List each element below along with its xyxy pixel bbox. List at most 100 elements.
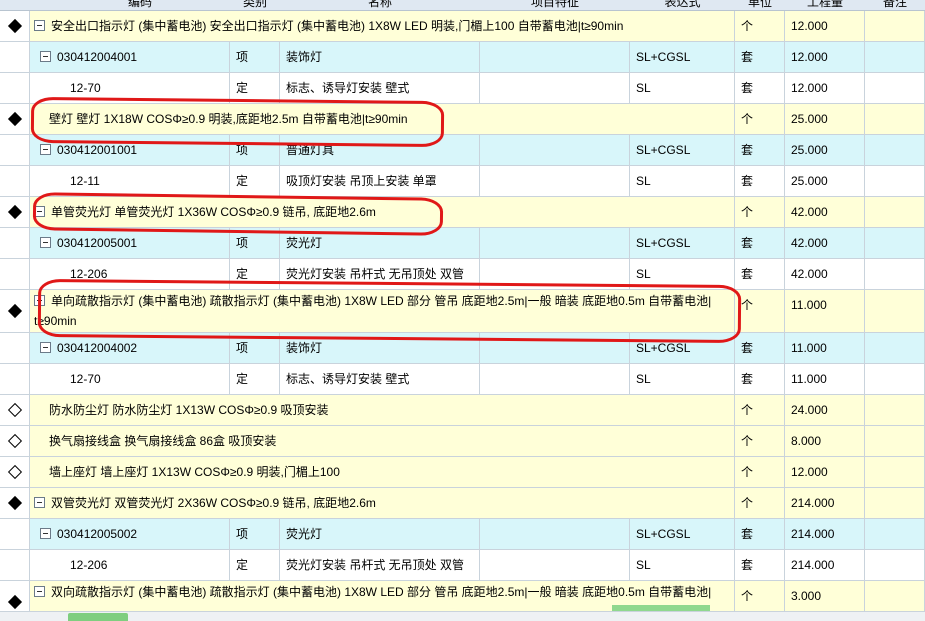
feature-cell[interactable] <box>480 364 630 395</box>
header-remark[interactable]: 备注 <box>865 0 925 10</box>
row-indicator[interactable] <box>0 550 30 581</box>
item-description[interactable]: 单向疏散指示灯 (集中蓄电池) 疏散指示灯 (集中蓄电池) 1X8W LED 部… <box>30 290 735 333</box>
list-item-row[interactable]: 壁灯 壁灯 1X18W COSΦ≥0.9 明装,底距地2.5m 自带蓄电池|t≥… <box>0 104 925 135</box>
row-indicator[interactable] <box>0 104 30 135</box>
row-indicator[interactable] <box>0 290 30 333</box>
code-cell[interactable]: 030412004001 <box>30 42 230 73</box>
feature-cell[interactable] <box>480 519 630 550</box>
unit-cell[interactable]: 套 <box>735 519 785 550</box>
type-cell[interactable]: 项 <box>230 135 280 166</box>
quantity-cell[interactable]: 214.000 <box>785 488 865 519</box>
remark-cell[interactable] <box>865 197 925 228</box>
type-cell[interactable]: 项 <box>230 228 280 259</box>
type-cell[interactable]: 定 <box>230 259 280 290</box>
quota-item-row[interactable]: 12-70 定 标志、诱导灯安装 壁式 SL 套 12.000 <box>0 73 925 104</box>
collapse-minus-icon[interactable] <box>40 144 51 156</box>
remark-cell[interactable] <box>865 73 925 104</box>
row-indicator[interactable] <box>0 364 30 395</box>
quantity-cell[interactable]: 11.000 <box>785 333 865 364</box>
row-indicator[interactable] <box>0 135 30 166</box>
name-cell[interactable]: 荧光灯安装 吊杆式 无吊顶处 双管 <box>280 259 480 290</box>
type-cell[interactable]: 定 <box>230 166 280 197</box>
unit-cell[interactable]: 套 <box>735 73 785 104</box>
feature-cell[interactable] <box>480 166 630 197</box>
feature-cell[interactable] <box>480 550 630 581</box>
code-cell[interactable]: 030412001001 <box>30 135 230 166</box>
row-indicator[interactable] <box>0 197 30 228</box>
header-name[interactable]: 名称 <box>280 0 480 10</box>
expression-cell[interactable]: SL+CGSL <box>630 135 735 166</box>
expression-cell[interactable]: SL+CGSL <box>630 228 735 259</box>
quantity-cell[interactable]: 42.000 <box>785 228 865 259</box>
row-indicator[interactable] <box>0 426 30 457</box>
name-cell[interactable]: 标志、诱导灯安装 壁式 <box>280 73 480 104</box>
row-indicator[interactable] <box>0 395 30 426</box>
unit-cell[interactable]: 个 <box>735 457 785 488</box>
quantity-cell[interactable]: 12.000 <box>785 11 865 42</box>
feature-cell[interactable] <box>480 259 630 290</box>
row-indicator[interactable] <box>0 42 30 73</box>
item-description[interactable]: 壁灯 壁灯 1X18W COSΦ≥0.9 明装,底距地2.5m 自带蓄电池|t≥… <box>30 104 735 135</box>
row-indicator[interactable] <box>0 488 30 519</box>
collapse-minus-icon[interactable] <box>34 20 45 32</box>
quantity-cell[interactable]: 24.000 <box>785 395 865 426</box>
collapse-minus-icon[interactable] <box>40 342 51 354</box>
name-cell[interactable]: 装饰灯 <box>280 42 480 73</box>
feature-cell[interactable] <box>480 73 630 104</box>
expression-cell[interactable]: SL+CGSL <box>630 519 735 550</box>
remark-cell[interactable] <box>865 290 925 333</box>
type-cell[interactable]: 项 <box>230 519 280 550</box>
bill-item-row[interactable]: 030412004002 项 装饰灯 SL+CGSL 套 11.000 <box>0 333 925 364</box>
bill-item-row[interactable]: 030412005002 项 荧光灯 SL+CGSL 套 214.000 <box>0 519 925 550</box>
item-description[interactable]: 防水防尘灯 防水防尘灯 1X13W COSΦ≥0.9 吸顶安装 <box>30 395 735 426</box>
collapse-minus-icon[interactable] <box>40 237 51 249</box>
name-cell[interactable]: 标志、诱导灯安装 壁式 <box>280 364 480 395</box>
quota-item-row[interactable]: 12-70 定 标志、诱导灯安装 壁式 SL 套 11.000 <box>0 364 925 395</box>
bottom-tab[interactable] <box>68 613 128 621</box>
row-indicator[interactable] <box>0 11 30 42</box>
quantity-cell[interactable]: 11.000 <box>785 290 865 333</box>
code-cell[interactable]: 12-206 <box>30 550 230 581</box>
collapse-minus-icon[interactable] <box>40 528 51 540</box>
quantity-cell[interactable]: 25.000 <box>785 166 865 197</box>
bill-item-row[interactable]: 030412004001 项 装饰灯 SL+CGSL 套 12.000 <box>0 42 925 73</box>
type-cell[interactable]: 项 <box>230 42 280 73</box>
expression-cell[interactable]: SL <box>630 550 735 581</box>
unit-cell[interactable]: 个 <box>735 488 785 519</box>
remark-cell[interactable] <box>865 550 925 581</box>
header-code[interactable]: 编码 <box>30 0 250 10</box>
code-cell[interactable]: 12-70 <box>30 364 230 395</box>
remark-cell[interactable] <box>865 11 925 42</box>
feature-cell[interactable] <box>480 333 630 364</box>
item-description[interactable]: 单管荧光灯 单管荧光灯 1X36W COSΦ≥0.9 链吊, 底距地2.6m <box>30 197 735 228</box>
feature-cell[interactable] <box>480 135 630 166</box>
collapse-minus-icon[interactable] <box>34 497 45 509</box>
remark-cell[interactable] <box>865 228 925 259</box>
quota-item-row[interactable]: 12-206 定 荧光灯安装 吊杆式 无吊顶处 双管 SL 套 214.000 <box>0 550 925 581</box>
collapse-minus-icon[interactable] <box>40 51 51 63</box>
remark-cell[interactable] <box>865 519 925 550</box>
name-cell[interactable]: 荧光灯 <box>280 228 480 259</box>
bill-item-row[interactable]: 030412005001 项 荧光灯 SL+CGSL 套 42.000 <box>0 228 925 259</box>
name-cell[interactable]: 普通灯具 <box>280 135 480 166</box>
code-cell[interactable]: 12-70 <box>30 73 230 104</box>
type-cell[interactable]: 定 <box>230 364 280 395</box>
unit-cell[interactable]: 个 <box>735 104 785 135</box>
quantity-cell[interactable]: 8.000 <box>785 426 865 457</box>
item-description[interactable]: 换气扇接线盒 换气扇接线盒 86盒 吸顶安装 <box>30 426 735 457</box>
code-cell[interactable]: 030412005002 <box>30 519 230 550</box>
unit-cell[interactable]: 个 <box>735 290 785 333</box>
quantity-cell[interactable]: 12.000 <box>785 73 865 104</box>
row-indicator[interactable] <box>0 228 30 259</box>
quantity-cell[interactable]: 11.000 <box>785 364 865 395</box>
name-cell[interactable]: 装饰灯 <box>280 333 480 364</box>
remark-cell[interactable] <box>865 395 925 426</box>
expression-cell[interactable]: SL <box>630 73 735 104</box>
quota-item-row[interactable]: 12-206 定 荧光灯安装 吊杆式 无吊顶处 双管 SL 套 42.000 <box>0 259 925 290</box>
row-indicator[interactable] <box>0 259 30 290</box>
row-indicator[interactable] <box>0 519 30 550</box>
remark-cell[interactable] <box>865 259 925 290</box>
item-description[interactable]: 双管荧光灯 双管荧光灯 2X36W COSΦ≥0.9 链吊, 底距地2.6m <box>30 488 735 519</box>
list-item-row[interactable]: 单管荧光灯 单管荧光灯 1X36W COSΦ≥0.9 链吊, 底距地2.6m 个 4… <box>0 197 925 228</box>
unit-cell[interactable]: 套 <box>735 333 785 364</box>
